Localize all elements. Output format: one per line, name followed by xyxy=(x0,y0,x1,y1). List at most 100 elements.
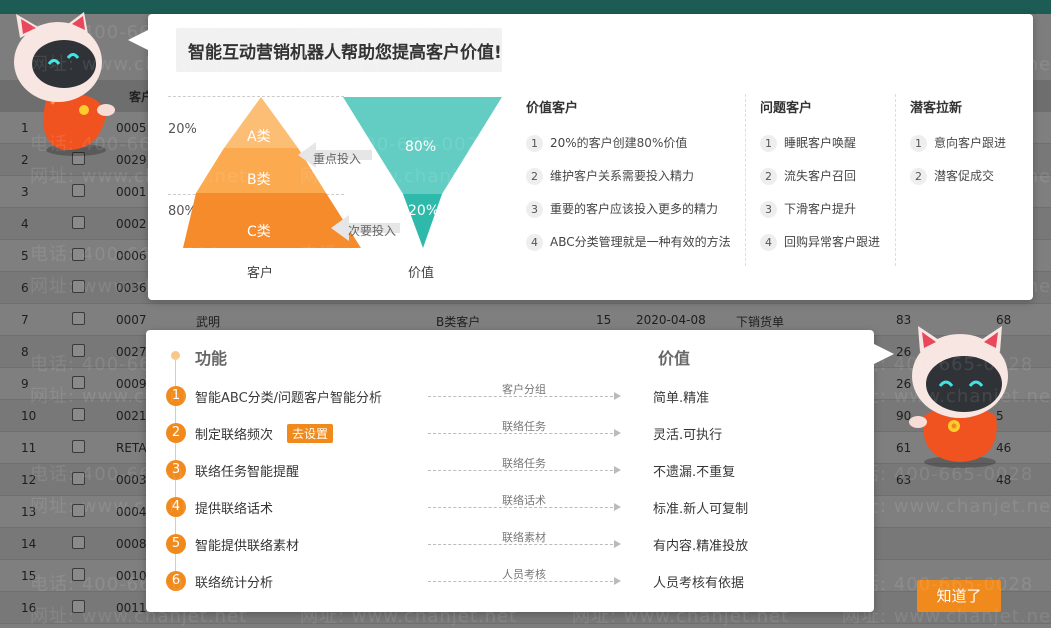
table-cell-name: 武明 xyxy=(196,315,221,329)
table-cell-code: 0027 xyxy=(116,345,147,359)
column-item-text: 维护客户关系需要投入精力 xyxy=(550,169,695,183)
flow-label: 联络任务 xyxy=(502,420,546,433)
row-checkbox[interactable] xyxy=(72,248,85,261)
table-cell-index: 15 xyxy=(21,569,37,583)
flow-arrow-icon xyxy=(614,392,621,400)
feature-number-badge: 1 xyxy=(166,386,186,406)
flow-label: 联络任务 xyxy=(502,457,546,470)
pyramid-level-c xyxy=(183,193,361,248)
table-cell-index: 3 xyxy=(21,185,29,199)
feature-number-badge: 4 xyxy=(166,497,186,517)
row-checkbox[interactable] xyxy=(72,280,85,293)
table-cell-index: 10 xyxy=(21,409,37,423)
feature-text: 制定联络频次 xyxy=(195,428,274,443)
go-settings-button[interactable]: 去设置 xyxy=(287,424,334,443)
flow-arrow-icon xyxy=(614,429,621,437)
flow-label: 客户分组 xyxy=(502,383,546,396)
flow-label: 联络素材 xyxy=(502,531,546,544)
flow-arrow-icon xyxy=(614,466,621,474)
feature-text: 联络统计分析 xyxy=(195,576,274,591)
column-item-text: ABC分类管理就是一种有效的方法 xyxy=(550,235,731,249)
flow-arrow-icon xyxy=(614,540,621,548)
feature-number-badge: 2 xyxy=(166,423,186,443)
flow-arrow-icon xyxy=(614,503,621,511)
column-item: 2 流失客户召回 xyxy=(760,167,856,185)
feature-text: 智能ABC分类/问题客户智能分析 xyxy=(195,391,383,406)
flow-label: 联络话术 xyxy=(502,494,546,507)
row-checkbox[interactable] xyxy=(72,472,85,485)
table-cell-type: 下销货单 xyxy=(736,315,785,329)
table-cell-code: 0021 xyxy=(116,409,147,423)
column-heading-value-customers: 价值客户 xyxy=(526,101,579,116)
item-number-badge: 2 xyxy=(910,168,927,185)
column-item: 3 重要的客户应该投入更多的精力 xyxy=(526,200,718,218)
pyramid-label-b: B类 xyxy=(247,172,271,188)
row-checkbox[interactable] xyxy=(72,568,85,581)
table-cell-v2: 48 xyxy=(996,473,1012,487)
column-item-text: 回购异常客户跟进 xyxy=(784,235,881,249)
feature-value-text: 不遗漏.不重复 xyxy=(653,465,736,480)
row-checkbox[interactable] xyxy=(72,536,85,549)
table-cell-v1: 63 xyxy=(896,473,912,487)
column-item: 1 睡眠客户唤醒 xyxy=(760,134,856,152)
row-checkbox[interactable] xyxy=(72,216,85,229)
item-number-badge: 3 xyxy=(526,201,543,218)
feature-column-heading: 功能 xyxy=(195,349,228,368)
column-item-text: 意向客户跟进 xyxy=(934,136,1007,150)
table-cell-index: 11 xyxy=(21,441,37,455)
dialog-title: 智能互动营销机器人帮助您提高客户价值! xyxy=(188,43,502,63)
table-cell-code: 0007 xyxy=(116,313,147,327)
column-item: 4 ABC分类管理就是一种有效的方法 xyxy=(526,233,731,251)
table-cell-index: 4 xyxy=(21,217,29,231)
feature-value-text: 人员考核有依据 xyxy=(653,576,745,591)
table-cell-code: 0036 xyxy=(116,281,147,295)
row-checkbox[interactable] xyxy=(72,504,85,517)
row-checkbox[interactable] xyxy=(72,344,85,357)
app-header-bar xyxy=(0,0,1051,14)
flow-arrow-icon xyxy=(614,577,621,585)
table-cell-code: 0003 xyxy=(116,473,147,487)
table-cell-index: 8 xyxy=(21,345,29,359)
row-checkbox[interactable] xyxy=(72,600,85,613)
table-cell-index: 7 xyxy=(21,313,29,327)
feature-number-badge: 6 xyxy=(166,571,186,591)
timeline-dot xyxy=(171,351,180,360)
column-heading-problem-customers: 问题客户 xyxy=(760,101,813,116)
item-number-badge: 1 xyxy=(760,135,777,152)
row-checkbox[interactable] xyxy=(72,184,85,197)
robot-cat-mascot-left xyxy=(14,12,115,156)
arrow-label-key: 重点投入 xyxy=(313,152,362,166)
item-number-badge: 1 xyxy=(526,135,543,152)
got-it-button[interactable]: 知道了 xyxy=(917,580,1001,612)
table-cell-code: 0009 xyxy=(116,377,147,391)
table-cell-code: 0002 xyxy=(116,217,147,231)
callout-pointer xyxy=(128,30,148,50)
value-pct-bottom: 20% xyxy=(408,203,440,219)
table-cell-index: 13 xyxy=(21,505,37,519)
row-checkbox[interactable] xyxy=(72,376,85,389)
item-number-badge: 3 xyxy=(760,201,777,218)
item-number-badge: 4 xyxy=(526,234,543,251)
value-pct-top: 80% xyxy=(405,139,437,155)
row-checkbox[interactable] xyxy=(72,312,85,325)
column-item: 2 潜客促成交 xyxy=(910,167,994,185)
table-cell-code: 0004 xyxy=(116,505,147,519)
feature-value-text: 灵活.可执行 xyxy=(653,428,723,443)
table-cell-category: B类客户 xyxy=(436,315,481,329)
row-checkbox[interactable] xyxy=(72,440,85,453)
column-item-text: 20%的客户创建80%价值 xyxy=(550,136,688,150)
table-cell-code: 0008 xyxy=(116,537,147,551)
table-cell-count: 15 xyxy=(596,313,612,327)
column-item: 4 回购异常客户跟进 xyxy=(760,233,880,251)
robot-cat-mascot-right xyxy=(909,326,1008,468)
feature-number-badge: 5 xyxy=(166,534,186,554)
column-item-text: 潜客促成交 xyxy=(934,169,995,183)
table-cell-index: 6 xyxy=(21,281,29,295)
feature-number-badge: 3 xyxy=(166,460,186,480)
feature-text: 提供联络话术 xyxy=(195,502,274,517)
customer-value-diagram xyxy=(183,97,502,248)
column-divider xyxy=(895,94,896,266)
table-cell-index: 5 xyxy=(21,249,29,263)
column-item: 1 20%的客户创建80%价值 xyxy=(526,134,687,152)
row-checkbox[interactable] xyxy=(72,408,85,421)
